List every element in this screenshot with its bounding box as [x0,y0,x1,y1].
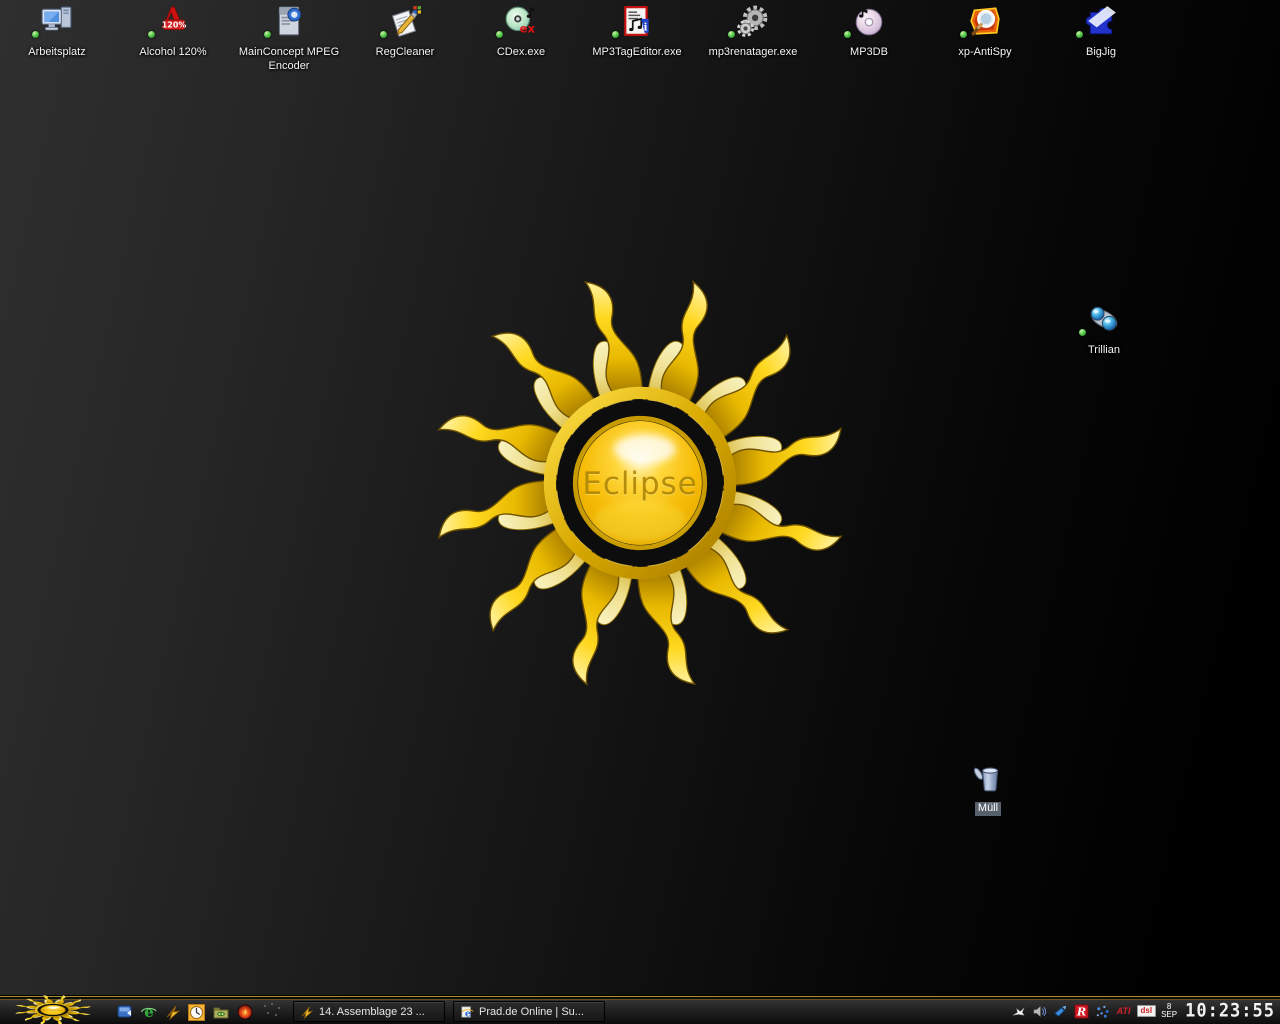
desktop-icon-alcohol-120[interactable]: A 120% Alcohol 120% [115,4,231,60]
computer-icon [40,4,74,38]
trillian-icon [1087,302,1121,336]
tray-date-month: SEP [1161,1011,1177,1019]
shortcut-dot-icon [380,31,387,38]
desktop-icon-cdex[interactable]: ex CDex.exe [463,4,579,60]
desktop-icon-label: MP3DB [811,46,927,60]
shortcut-dot-icon [844,31,851,38]
quick-launch: e [116,1000,253,1024]
scheduler-clock-icon[interactable] [188,1004,205,1021]
winamp-icon [300,1005,314,1019]
eclipse-logo-text: Eclipse [582,466,697,502]
sun-logo-icon: Eclipse Eclipse [410,253,870,713]
desktop-icon-label: Arbeitsplatz [0,46,115,60]
network-icon[interactable] [1053,1003,1069,1019]
volume-icon[interactable] [1032,1003,1048,1019]
system-tray: R ATI dsl 8 SEP 10:23:55 [1011,1000,1277,1022]
ati-icon[interactable]: ATI [1116,1003,1132,1019]
trash-icon [971,760,1005,794]
blue-dots-icon[interactable] [1095,1003,1111,1019]
taskbar: e [0,995,1280,1024]
desktop-icon-bigjig[interactable]: BigJig [1043,4,1159,60]
desktop-icon-label: MainConcept MPEG Encoder [231,46,347,74]
internet-explorer-icon: e [460,1005,474,1019]
taskbar-grip[interactable] [262,1003,284,1019]
desktop-icon-label: MP3TagEditor.exe [579,46,695,60]
desktop-icon-label: Müll [930,802,1046,816]
tray-clock[interactable]: 10:23:55 [1185,1000,1275,1022]
shortcut-dot-icon [1079,329,1086,336]
desktop-icon-regcleaner[interactable]: RegCleaner [347,4,463,60]
bird-icon[interactable] [1011,1003,1027,1019]
regcleaner-icon [388,4,422,38]
desktop-icon-mp3tageditor[interactable]: i MP3TagEditor.exe [579,4,695,60]
cdex-icon: ex [504,4,538,38]
winamp-icon[interactable] [164,1004,181,1021]
alcohol-icon: A 120% [156,4,190,38]
desktop-icon-label: xp-AntiSpy [927,46,1043,60]
svg-text:120%: 120% [162,20,187,29]
taskbar-task-prad[interactable]: e Prad.de Online | Su... [453,1001,605,1022]
desktop-icon-arbeitsplatz[interactable]: Arbeitsplatz [0,4,115,60]
svg-text:e: e [144,1004,154,1020]
mp3tageditor-icon: i [620,4,654,38]
show-desktop-icon[interactable] [116,1004,133,1021]
desktop-icon-label: BigJig [1043,46,1159,60]
dsl-icon[interactable]: dsl [1137,1005,1157,1017]
taskbar-task-assemblage[interactable]: 14. Assemblage 23 ... [293,1001,445,1022]
sun-logo-icon [10,995,96,1024]
desktop-icon-label: Trillian [1046,344,1162,358]
shortcut-dot-icon [728,31,735,38]
shortcut-dot-icon [32,31,39,38]
shortcut-dot-icon [496,31,503,38]
puzzle-icon [1084,4,1118,38]
task-label: Prad.de Online | Su... [479,1006,584,1018]
opera-fire-icon[interactable] [236,1004,253,1021]
desktop-icon-mainconcept[interactable]: MainConcept MPEG Encoder [231,4,347,74]
mpeg-encoder-icon [272,4,306,38]
desktop-icon-xp-antispy[interactable]: xp-AntiSpy [927,4,1043,60]
task-label: 14. Assemblage 23 ... [319,1006,425,1018]
internet-explorer-icon[interactable]: e [140,1004,157,1021]
desktop-icon-label: CDex.exe [463,46,579,60]
shortcut-dot-icon [264,31,271,38]
folder-icon[interactable] [212,1004,229,1021]
antivirus-icon[interactable]: R [1074,1003,1090,1019]
antispy-icon [968,4,1002,38]
desktop-icon-label: mp3renatager.exe [695,46,811,60]
svg-text:i: i [643,21,647,34]
shortcut-dot-icon [960,31,967,38]
shortcut-dot-icon [1076,31,1083,38]
svg-text:R: R [1076,1004,1086,1018]
tray-date[interactable]: 8 SEP [1161,1003,1177,1020]
start-button[interactable] [10,995,96,1024]
desktop-icon-label: Alcohol 120% [115,46,231,60]
gears-icon [736,4,770,38]
desktop-icon-muell[interactable]: Müll [930,760,1046,816]
shortcut-dot-icon [612,31,619,38]
svg-text:ex: ex [520,22,536,36]
desktop-icon-trillian[interactable]: Trillian [1046,302,1162,358]
desktop-icon-label: RegCleaner [347,46,463,60]
desktop-icon-mp3renatager[interactable]: mp3renatager.exe [695,4,811,60]
desktop-icon-mp3db[interactable]: MP3DB [811,4,927,60]
eclipse-sun-wallpaper: Eclipse Eclipse [410,253,870,713]
mp3db-icon [852,4,886,38]
shortcut-dot-icon [148,31,155,38]
